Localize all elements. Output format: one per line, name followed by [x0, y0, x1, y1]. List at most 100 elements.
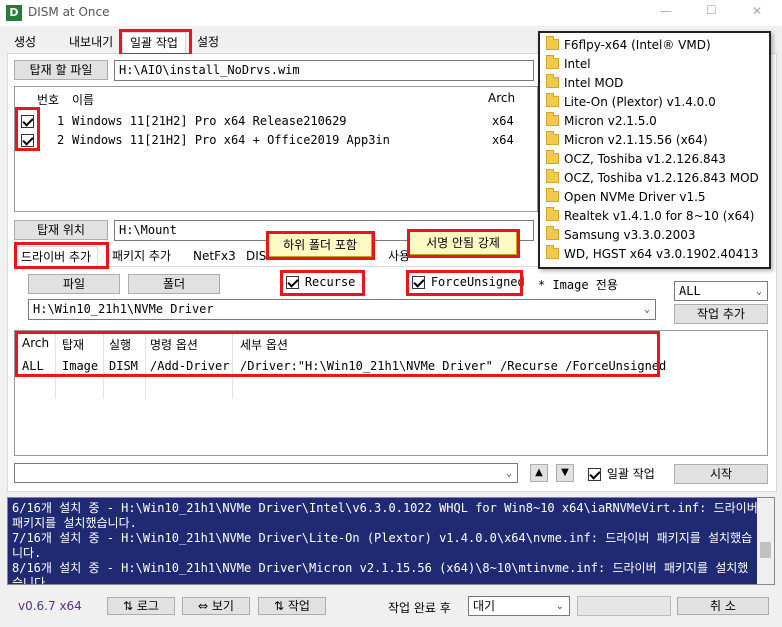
task-toggle-button[interactable]: ⇅ 작업 — [258, 597, 326, 615]
version-label: v0.6.7 x64 — [18, 599, 82, 613]
table-row[interactable]: 2 Windows 11[21H2] Pro x64 + Office2019 … — [15, 131, 537, 151]
cancel-button[interactable]: 취 소 — [677, 597, 769, 615]
log-line: 8/16개 설치 중 - H:\Win10_21h1\NVMe Driver\M… — [12, 561, 749, 575]
dropdown-item[interactable]: Intel — [540, 55, 769, 74]
task-table: Arch 탑재 실행 명령 옵션 세부 옵션 ALL Image DISM /A… — [14, 330, 768, 456]
start-button[interactable]: 시작 — [674, 464, 768, 484]
task-col-exec-header: 실행 — [109, 338, 132, 352]
close-icon[interactable]: ✕ — [752, 4, 762, 18]
tab-create[interactable]: 생성 — [7, 32, 43, 53]
row-name: Windows 11[21H2] Pro x64 + Office2019 Ap… — [72, 133, 390, 147]
folder-icon — [546, 112, 559, 126]
mount-file-button[interactable]: 탑재 할 파일 — [14, 60, 108, 80]
progress-bar — [577, 596, 671, 616]
folder-icon — [546, 150, 559, 164]
dropdown-item[interactable]: Open NVMe Driver v1.5 — [540, 188, 769, 207]
col-name-header: 이름 — [72, 93, 95, 107]
arch-select-value: ALL — [679, 284, 701, 298]
table-row[interactable]: 1 Windows 11[21H2] Pro x64 Release210629… — [15, 111, 537, 131]
log-toggle-button[interactable]: ⇅ 로그 — [107, 597, 175, 615]
chevron-down-icon[interactable]: ⌄ — [644, 300, 650, 319]
dropdown-item[interactable]: Intel MOD — [540, 74, 769, 93]
driver-folder-button[interactable]: 폴더 — [128, 274, 220, 294]
window-title: DISM at Once — [28, 5, 110, 19]
after-complete-select[interactable]: 대기 ⌄ — [468, 596, 570, 616]
row-checkbox[interactable] — [21, 134, 34, 147]
driver-path-value: H:\Win10_21h1\NVMe Driver — [33, 302, 214, 316]
recurse-checkbox[interactable] — [286, 276, 299, 289]
dropdown-item[interactable]: OCZ, Toshiba v1.2.126.843 — [540, 150, 769, 169]
task-col-cmd-header: 명령 옵션 — [150, 338, 198, 352]
move-down-button[interactable]: ▼ — [556, 464, 574, 482]
minimize-icon[interactable]: — — [660, 4, 672, 18]
tab-dism[interactable]: DIS — [242, 246, 270, 267]
row-checkbox[interactable] — [21, 115, 34, 128]
task-detail: /Driver:"H:\Win10_21h1\NVMe Driver" /Rec… — [240, 359, 667, 373]
folder-icon — [546, 36, 559, 50]
tab-batch[interactable]: 일괄 작업 — [122, 32, 186, 53]
batch-select[interactable]: ⌄ — [14, 463, 518, 483]
dropdown-item[interactable]: OCZ, Toshiba v1.2.126.843 MOD — [540, 169, 769, 188]
folder-icon — [546, 55, 559, 69]
after-complete-label: 작업 완료 후 — [388, 601, 451, 615]
task-exec: DISM — [109, 359, 138, 373]
add-task-button[interactable]: 작업 추가 — [674, 304, 768, 324]
dropdown-item[interactable]: Samsung v3.3.0.2003 — [540, 226, 769, 245]
mount-location-button[interactable]: 탑재 위치 — [14, 220, 108, 240]
tab-add-package[interactable]: 패키지 추가 — [107, 246, 176, 267]
dropdown-item[interactable]: F6flpy-x64 (Intel® VMD) — [540, 36, 769, 55]
chevron-down-icon[interactable]: ⌄ — [506, 464, 512, 482]
tab-add-driver[interactable]: 드라이버 추가 — [14, 246, 99, 267]
recurse-checkbox-group[interactable]: Recurse — [286, 275, 355, 289]
title-bar: D DISM at Once — ☐ ✕ — [0, 0, 782, 26]
after-complete-value: 대기 — [473, 599, 496, 613]
driver-file-button[interactable]: 파일 — [28, 274, 120, 294]
log-line: 패키지를 설치했습니다. — [12, 516, 137, 530]
chevron-down-icon[interactable]: ⌄ — [556, 597, 564, 615]
chevron-down-icon[interactable]: ⌄ — [756, 282, 762, 300]
mount-file-path[interactable]: H:\AIO\install_NoDrvs.wim — [114, 60, 534, 81]
tab-settings[interactable]: 설정 — [190, 32, 226, 53]
move-up-button[interactable]: ▲ — [530, 464, 548, 482]
log-line: 니다. — [12, 546, 42, 560]
driver-path-combo[interactable]: H:\Win10_21h1\NVMe Driver ⌄ — [28, 299, 656, 320]
log-line: 습니다. — [12, 576, 53, 585]
log-output: 6/16개 설치 중 - H:\Win10_21h1\NVMe Driver\I… — [7, 497, 775, 585]
view-toggle-button[interactable]: ⇔ 보기 — [182, 597, 250, 615]
dropdown-item[interactable]: Lite-On (Plextor) v1.4.0.0 — [540, 93, 769, 112]
app-icon: D — [6, 5, 22, 21]
row-name: Windows 11[21H2] Pro x64 Release210629 — [72, 114, 347, 128]
scroll-thumb[interactable] — [760, 542, 771, 558]
force-unsigned-checkbox[interactable] — [412, 276, 425, 289]
row-arch: x64 — [492, 133, 514, 147]
batch-checkbox[interactable] — [588, 468, 601, 481]
force-checkbox-group[interactable]: ForceUnsigned — [412, 275, 525, 289]
task-col-mount-header: 탑재 — [62, 338, 85, 352]
maximize-icon[interactable]: ☐ — [706, 3, 717, 17]
dropdown-item[interactable]: Micron v2.1.15.56 (x64) — [540, 131, 769, 150]
dropdown-item[interactable]: Realtek v1.4.1.0 for 8~10 (x64) — [540, 207, 769, 226]
task-mount: Image — [62, 359, 99, 373]
batch-checkbox-group[interactable]: 일괄 작업 — [588, 465, 655, 482]
col-num-header: 번호 — [37, 93, 60, 107]
log-line: 6/16개 설치 중 - H:\Win10_21h1\NVMe Driver\I… — [12, 501, 758, 515]
arch-select[interactable]: ALL ⌄ — [674, 281, 768, 301]
task-row[interactable]: ALL Image DISM /Add-Driver /Driver:"H:\W… — [15, 357, 767, 375]
col-arch-header: Arch — [488, 91, 516, 105]
task-col-arch-header: Arch — [22, 336, 50, 350]
folder-icon — [546, 188, 559, 202]
force-unsigned-label: ForceUnsigned — [430, 275, 525, 289]
folder-dropdown: F6flpy-x64 (Intel® VMD) Intel Intel MOD … — [538, 31, 771, 269]
task-cmd: /Add-Driver — [150, 359, 230, 373]
image-only-note: * Image 전용 — [538, 278, 618, 292]
tab-export[interactable]: 내보내기 — [62, 32, 120, 53]
force-tooltip: 서명 안됨 강제 — [409, 231, 517, 255]
row-arch: x64 — [492, 114, 514, 128]
folder-icon — [546, 74, 559, 88]
log-scrollbar[interactable] — [757, 498, 774, 584]
folder-icon — [546, 93, 559, 107]
dropdown-item[interactable]: WD, HGST x64 v3.0.1902.40413 — [540, 245, 769, 264]
tab-netfx3[interactable]: NetFx3 — [188, 246, 241, 267]
dropdown-item[interactable]: Micron v2.1.5.0 — [540, 112, 769, 131]
folder-icon — [546, 245, 559, 259]
